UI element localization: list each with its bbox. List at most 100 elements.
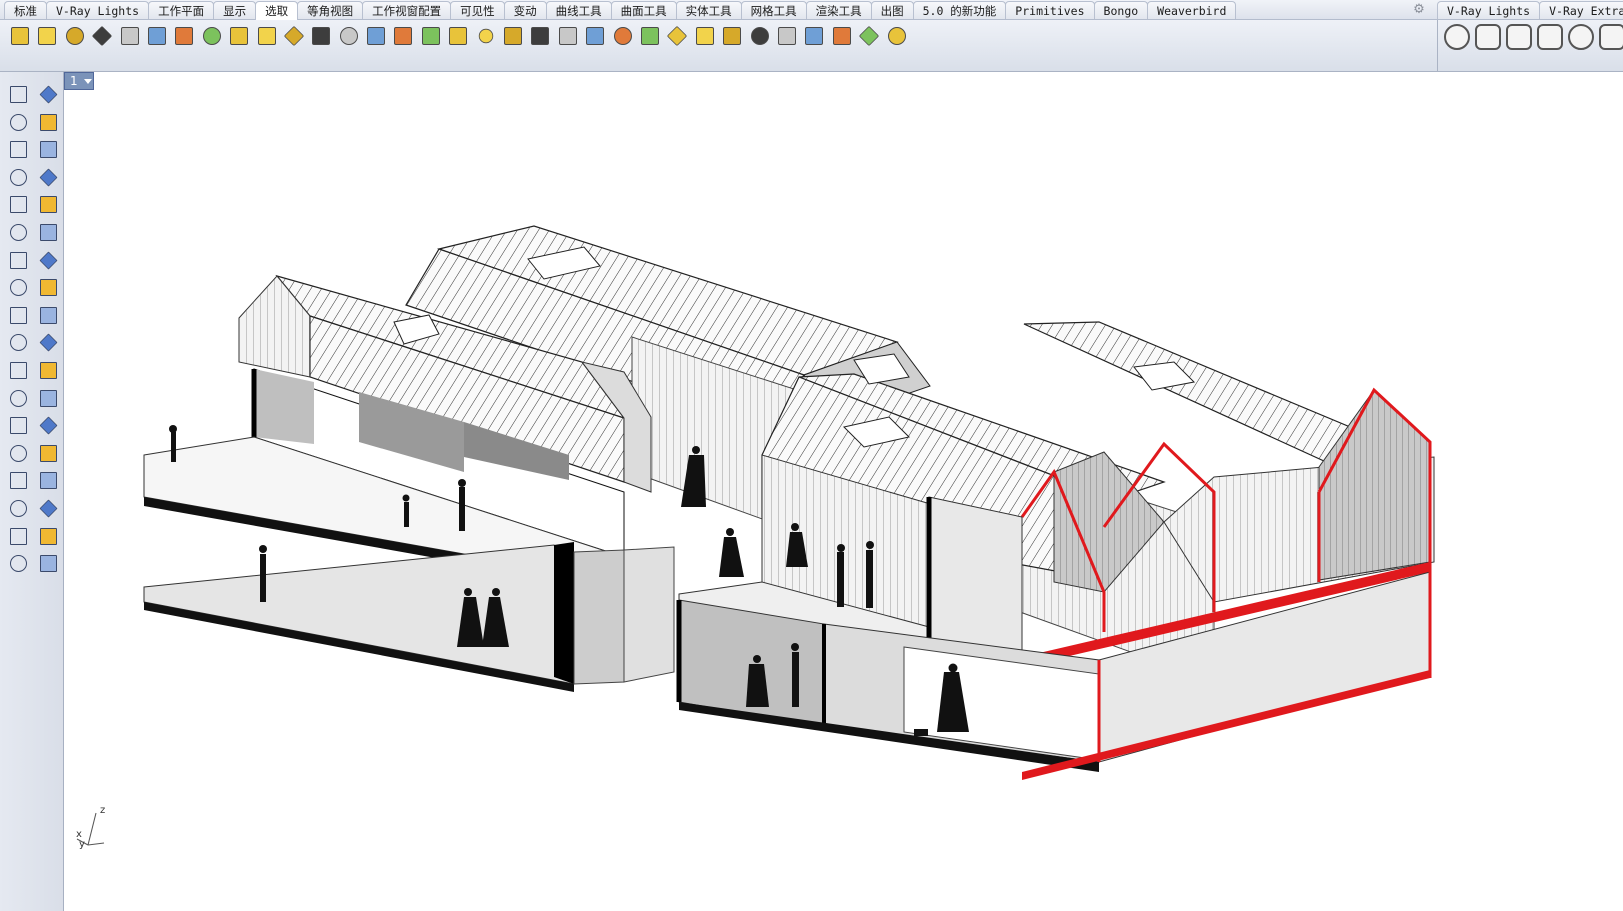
box-icon[interactable] bbox=[6, 248, 30, 272]
menu-tab[interactable]: 显示 bbox=[213, 1, 257, 19]
select-arrow-icon[interactable] bbox=[6, 82, 30, 106]
dimension-icon[interactable] bbox=[36, 468, 60, 492]
teapot-icon[interactable] bbox=[1475, 24, 1501, 50]
find-icon[interactable] bbox=[857, 24, 881, 48]
select-filter-icon[interactable] bbox=[364, 24, 388, 48]
menu-tab[interactable]: 渲染工具 bbox=[805, 1, 872, 19]
select-paint-icon[interactable] bbox=[802, 24, 826, 48]
select-meshes-icon[interactable] bbox=[337, 24, 361, 48]
select-dimensions-icon[interactable] bbox=[419, 24, 443, 48]
curve-icon[interactable] bbox=[36, 110, 60, 134]
plane-icon[interactable] bbox=[36, 275, 60, 299]
select-groups-icon[interactable] bbox=[474, 24, 498, 48]
trim-icon[interactable] bbox=[6, 330, 30, 354]
menu-tab[interactable]: 曲面工具 bbox=[610, 1, 677, 19]
select-lights-icon[interactable] bbox=[145, 24, 169, 48]
chevron-down-icon[interactable] bbox=[84, 78, 92, 84]
surface-icon[interactable] bbox=[6, 220, 30, 244]
sphere-icon[interactable] bbox=[36, 248, 60, 272]
menu-tab[interactable]: 可见性 bbox=[450, 1, 505, 19]
right-panel-tab[interactable]: V-Ray Lights bbox=[1437, 1, 1541, 19]
teapot-interactive-icon[interactable] bbox=[1506, 24, 1532, 50]
select-hatch-icon[interactable] bbox=[391, 24, 415, 48]
menu-tab[interactable]: Weaverbird bbox=[1147, 1, 1237, 19]
mirror-icon[interactable] bbox=[36, 441, 60, 465]
select-sphere-icon[interactable] bbox=[720, 24, 744, 48]
select-box-icon[interactable] bbox=[748, 24, 772, 48]
menu-tab[interactable]: 标准 bbox=[4, 1, 47, 19]
menu-tab[interactable]: 等角视图 bbox=[297, 1, 364, 19]
vray-lights-icon[interactable] bbox=[1568, 24, 1594, 50]
menu-tab[interactable]: 选取 bbox=[255, 1, 299, 20]
boolean-icon[interactable] bbox=[6, 358, 30, 382]
select-solids-icon[interactable] bbox=[90, 24, 114, 48]
select-brush-icon[interactable] bbox=[830, 24, 854, 48]
select-annotations-icon[interactable] bbox=[172, 24, 196, 48]
viewport-tab[interactable]: 1 bbox=[64, 72, 94, 90]
select-point-cloud-icon[interactable] bbox=[282, 24, 306, 48]
menu-tab[interactable]: 5.0 的新功能 bbox=[912, 1, 1007, 19]
select-linked-icon[interactable] bbox=[665, 24, 689, 48]
select-planar-icon[interactable] bbox=[556, 24, 580, 48]
frame-buffer-icon[interactable] bbox=[1537, 24, 1563, 50]
scale-icon[interactable] bbox=[36, 413, 60, 437]
select-by-color-icon[interactable] bbox=[63, 24, 87, 48]
select-render-icon[interactable] bbox=[501, 24, 525, 48]
menu-tab[interactable]: 出图 bbox=[870, 1, 914, 19]
cylinder-icon[interactable] bbox=[6, 275, 30, 299]
arc-icon[interactable] bbox=[6, 192, 30, 216]
polygon-icon[interactable] bbox=[6, 165, 30, 189]
menu-tab[interactable]: 实体工具 bbox=[675, 1, 742, 19]
select-all-icon[interactable] bbox=[35, 24, 59, 48]
array-icon[interactable] bbox=[6, 441, 30, 465]
select-curves-icon[interactable] bbox=[118, 24, 142, 48]
rectangle-icon[interactable] bbox=[36, 165, 60, 189]
select-spiral-icon[interactable] bbox=[611, 24, 635, 48]
history-icon[interactable] bbox=[36, 496, 60, 520]
select-control-points-icon[interactable] bbox=[309, 24, 333, 48]
menu-tab[interactable]: 变动 bbox=[503, 1, 547, 19]
circle-icon[interactable] bbox=[6, 137, 30, 161]
fillet-curve-icon[interactable] bbox=[36, 192, 60, 216]
select-material-icon[interactable] bbox=[775, 24, 799, 48]
offset-icon[interactable] bbox=[6, 386, 30, 410]
select-open-icon[interactable] bbox=[693, 24, 717, 48]
gear-tools-icon[interactable] bbox=[6, 303, 30, 327]
ellipse-icon[interactable] bbox=[36, 137, 60, 161]
vray-render-icon[interactable] bbox=[1444, 24, 1470, 50]
menu-tab[interactable]: 工作平面 bbox=[148, 1, 215, 19]
select-color-wheel-icon[interactable] bbox=[227, 24, 251, 48]
menu-tab[interactable]: 网格工具 bbox=[740, 1, 807, 19]
viewport[interactable]: 1 z x y bbox=[64, 72, 1623, 911]
paint-bucket-icon[interactable] bbox=[36, 551, 60, 575]
select-blocks-icon[interactable] bbox=[446, 24, 470, 48]
vray-extra-icon[interactable] bbox=[1599, 24, 1623, 50]
point-icon[interactable] bbox=[36, 82, 60, 106]
transform-icon[interactable] bbox=[36, 303, 60, 327]
loft-icon[interactable] bbox=[36, 220, 60, 244]
menu-tab[interactable]: 曲线工具 bbox=[545, 1, 612, 19]
split-icon[interactable] bbox=[36, 330, 60, 354]
polyline-icon[interactable] bbox=[6, 110, 30, 134]
group-icon[interactable] bbox=[36, 358, 60, 382]
solid-icon[interactable] bbox=[6, 551, 30, 575]
text-icon[interactable] bbox=[6, 413, 30, 437]
filter-icon[interactable] bbox=[885, 24, 909, 48]
select-surfaces-icon[interactable] bbox=[255, 24, 279, 48]
select-extrusion-icon[interactable] bbox=[528, 24, 552, 48]
select-layer-icon[interactable] bbox=[583, 24, 607, 48]
fillet-icon[interactable] bbox=[36, 386, 60, 410]
menu-tab[interactable]: Bongo bbox=[1093, 1, 1149, 19]
render-icon[interactable] bbox=[6, 524, 30, 548]
select-duplicates-icon[interactable] bbox=[638, 24, 662, 48]
check-icon[interactable] bbox=[36, 524, 60, 548]
menu-tab[interactable]: Primitives bbox=[1005, 1, 1095, 19]
menu-tab[interactable]: 工作视窗配置 bbox=[362, 1, 452, 19]
menu-tab[interactable]: V-Ray Lights bbox=[46, 1, 150, 19]
mesh-icon[interactable] bbox=[6, 468, 30, 492]
select-polysurfaces-icon[interactable] bbox=[200, 24, 224, 48]
gear-icon[interactable]: ⚙ bbox=[1411, 2, 1427, 18]
select-points-icon[interactable] bbox=[8, 24, 32, 48]
grid-icon[interactable] bbox=[6, 496, 30, 520]
right-panel-tab[interactable]: V-Ray Extra bbox=[1539, 1, 1623, 19]
